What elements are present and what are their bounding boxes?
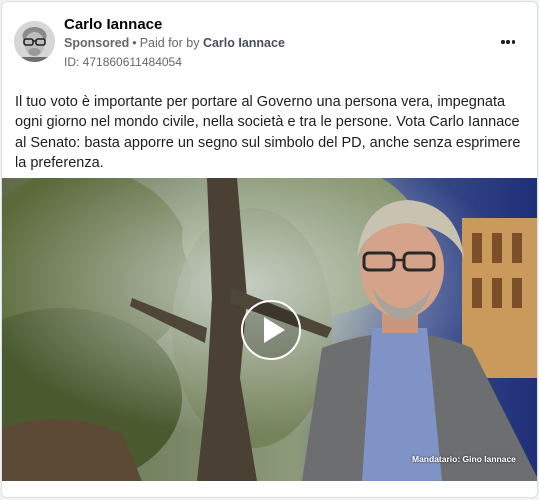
avatar-photo bbox=[14, 21, 55, 62]
play-icon[interactable] bbox=[241, 300, 301, 360]
ad-meta: Sponsored • Paid for by Carlo Iannace bbox=[64, 36, 285, 50]
ad-body-text: Il tuo voto è importante per portare al … bbox=[15, 94, 521, 171]
ad-id: ID: 471860611484054 bbox=[64, 55, 182, 69]
more-dot bbox=[511, 40, 515, 44]
advertiser-avatar[interactable] bbox=[14, 21, 55, 62]
more-dot bbox=[506, 40, 510, 44]
paid-for-prefix: Paid for by bbox=[139, 36, 200, 50]
ad-card: Carlo Iannace Sponsored • Paid for by Carl… bbox=[1, 1, 538, 498]
more-options-icon[interactable] bbox=[496, 32, 520, 52]
video-caption: Mandatario: Gino Iannace bbox=[412, 454, 516, 464]
meta-separator: • bbox=[132, 36, 137, 50]
advertiser-name[interactable]: Carlo Iannace bbox=[64, 16, 162, 33]
more-dot bbox=[501, 40, 505, 44]
card-footer bbox=[2, 481, 537, 497]
paid-for-name[interactable]: Carlo Iannace bbox=[203, 36, 285, 50]
sponsored-label: Sponsored bbox=[64, 36, 130, 50]
ad-video[interactable]: Mandatario: Gino Iannace bbox=[2, 178, 537, 481]
play-triangle bbox=[264, 317, 285, 343]
